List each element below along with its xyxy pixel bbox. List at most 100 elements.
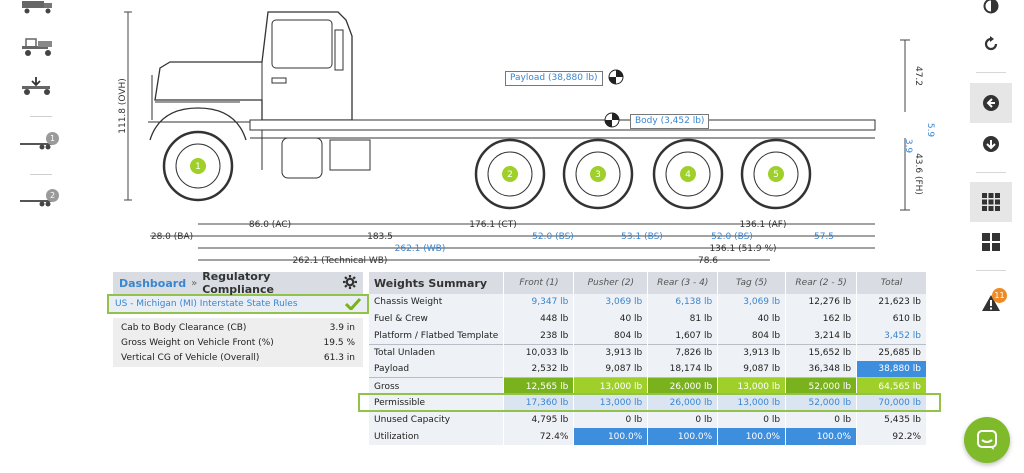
detail-value: 19.5 %: [323, 337, 355, 348]
table-cell[interactable]: 70,000 lb: [856, 394, 927, 412]
table-cell[interactable]: 17,360 lb: [503, 394, 575, 412]
dim-ac: 86.0 (AC): [249, 220, 291, 230]
table-cell: 13,000 lb: [717, 377, 787, 395]
column-header: Rear (2 - 5): [785, 272, 858, 294]
breadcrumb: Dashboard » Regulatory Compliance: [113, 270, 363, 296]
arrow-down-circle-icon[interactable]: [970, 124, 1012, 164]
ovh-dimension: 111.8 (OVH): [118, 78, 128, 134]
rail-divider: [976, 172, 1006, 173]
chat-button[interactable]: [964, 417, 1010, 463]
truck-icon[interactable]: [18, 0, 58, 30]
column-header: Front (1): [503, 272, 575, 294]
column-header: Total: [856, 272, 927, 294]
table-cell: 9,087 lb: [573, 361, 649, 378]
compliance-details: Cab to Body Clearance (CB) 3.9 in Gross …: [113, 318, 363, 367]
rail-divider: [976, 270, 1006, 271]
row-label: Permissible: [369, 394, 505, 412]
weights-summary-table: Weights Summary Front (1) Pusher (2) Rea…: [369, 272, 927, 446]
regulatory-compliance-panel: Dashboard » Regulatory Compliance US - M…: [107, 270, 369, 367]
dim-ba: 28.0 (BA): [151, 232, 193, 242]
table-cell: 804 lb: [717, 327, 787, 345]
table-cell: 3,913 lb: [717, 343, 787, 362]
row-label: Utilization: [369, 428, 505, 446]
table-cell: 9,087 lb: [717, 361, 787, 378]
grid-9-icon[interactable]: [970, 182, 1012, 222]
dim-technical-wb: 262.1 (Technical WB): [293, 256, 388, 266]
axle-number: 5: [773, 170, 779, 180]
rail-divider: [30, 174, 52, 175]
dim-ct: 176.1 (CT): [469, 220, 516, 230]
dim-rear: 78.6: [698, 256, 718, 266]
table-cell: 0 lb: [647, 411, 719, 429]
state-rule-selector[interactable]: US - Michigan (MI) Interstate State Rule…: [107, 294, 369, 314]
table-cell: 40 lb: [717, 310, 787, 328]
table-cell: 40 lb: [573, 310, 649, 328]
table-cell: 5,435 lb: [856, 411, 927, 429]
truck-drawing: 111.8 (OVH) 1 2 3 4 5 47.2 43.6 (FH) 5.9…: [118, 11, 935, 266]
state-rule-link[interactable]: US - Michigan (MI) Interstate State Rule…: [115, 299, 298, 309]
table-cell: 3,214 lb: [785, 327, 858, 345]
row-label: Fuel & Crew: [369, 310, 505, 328]
table-cell: 238 lb: [503, 327, 575, 345]
detail-value: 61.3 in: [323, 352, 355, 363]
table-cell[interactable]: 9,347 lb: [503, 294, 575, 311]
row-label: Chassis Weight: [369, 294, 505, 311]
table-cell: 100.0%: [785, 428, 858, 446]
warning-count-badge: 11: [992, 288, 1007, 303]
trailer-count-badge: 2: [46, 189, 59, 202]
rotate-icon[interactable]: [970, 24, 1012, 64]
table-cell[interactable]: 52,000 lb: [785, 394, 858, 412]
table-title: Weights Summary: [369, 272, 505, 294]
table-row: Gross 12,565 lb 13,000 lb 26,000 lb 13,0…: [369, 377, 927, 395]
table-cell[interactable]: 3,452 lb: [856, 327, 927, 345]
table-cell: 15,652 lb: [785, 343, 858, 362]
gear-icon[interactable]: [343, 274, 357, 292]
list-item: Vertical CG of Vehicle (Overall) 61.3 in: [113, 350, 363, 365]
table-cell[interactable]: 38,880 lb: [856, 361, 927, 378]
truck-download-icon[interactable]: [18, 76, 58, 106]
dim-bs: 52.0 (BS): [532, 232, 574, 242]
table-row: Total Unladen 10,033 lb 3,913 lb 7,826 l…: [369, 343, 927, 362]
table-cell[interactable]: 26,000 lb: [647, 394, 719, 412]
half-circle-icon[interactable]: [970, 0, 1012, 26]
table-cell[interactable]: 13,000 lb: [717, 394, 787, 412]
table-cell: 1,607 lb: [647, 327, 719, 345]
table-cell: 18,174 lb: [647, 361, 719, 378]
table-cell: 10,033 lb: [503, 343, 575, 362]
row-label: Unused Capacity: [369, 411, 505, 429]
table-cell[interactable]: 3,069 lb: [717, 294, 787, 311]
arrow-left-circle-icon[interactable]: [970, 83, 1012, 123]
payload-callout: Payload (38,880 lb): [505, 71, 603, 86]
detail-label: Gross Weight on Vehicle Front (%): [121, 337, 274, 348]
truck-chassis-icon[interactable]: [18, 38, 58, 68]
table-row: Payload 2,532 lb 9,087 lb 18,174 lb 9,08…: [369, 361, 927, 378]
table-cell: 21,623 lb: [856, 294, 927, 311]
warning-icon[interactable]: [970, 283, 1012, 323]
table-cell: 12,276 lb: [785, 294, 858, 311]
row-label: Platform / Flatbed Template: [369, 327, 505, 345]
table-cell[interactable]: 13,000 lb: [573, 394, 649, 412]
table-cell[interactable]: 6,138 lb: [647, 294, 719, 311]
dim-bs: 53.1 (BS): [621, 232, 663, 242]
column-header: Rear (3 - 4): [647, 272, 719, 294]
detail-label: Cab to Body Clearance (CB): [121, 322, 247, 333]
body-cg-marker: [604, 112, 620, 128]
table-cell: 25,685 lb: [856, 343, 927, 362]
table-cell: 3,913 lb: [573, 343, 649, 362]
body-offset-dimension: 5.9: [925, 123, 935, 138]
dim-af: 136.1 (AF): [740, 220, 787, 230]
dim-wb: 262.1 (WB): [395, 244, 446, 254]
left-rail: 1 2: [0, 0, 70, 473]
grid-4-icon[interactable]: [970, 222, 1012, 262]
breadcrumb-separator: »: [191, 277, 198, 289]
table-row: Platform / Flatbed Template 238 lb 804 l…: [369, 327, 927, 345]
table-cell: 448 lb: [503, 310, 575, 328]
table-cell: 0 lb: [717, 411, 787, 429]
table-cell: 92.2%: [856, 428, 927, 446]
dim-bumper: 183.5: [367, 232, 393, 242]
breadcrumb-dashboard-link[interactable]: Dashboard: [119, 277, 186, 290]
rail-divider: [976, 72, 1006, 73]
detail-label: Vertical CG of Vehicle (Overall): [121, 352, 260, 363]
table-cell[interactable]: 3,069 lb: [573, 294, 649, 311]
right-rail: 11: [966, 0, 1016, 473]
